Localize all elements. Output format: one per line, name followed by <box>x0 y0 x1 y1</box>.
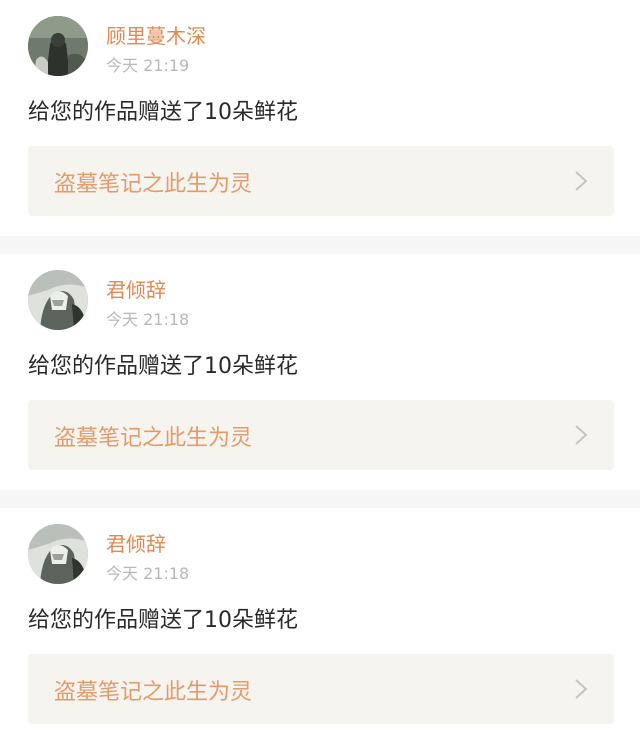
username[interactable]: 君倾辞 <box>106 274 166 303</box>
username[interactable]: 顾里蔓木深 <box>106 20 206 49</box>
divider <box>0 236 640 254</box>
username[interactable]: 君倾辞 <box>106 528 166 557</box>
work-link[interactable]: 盗墓笔记之此生为灵 <box>28 654 614 724</box>
timestamp: 今天 21:19 <box>106 56 190 75</box>
work-link[interactable]: 盗墓笔记之此生为灵 <box>28 400 614 470</box>
chevron-right-icon <box>574 424 588 446</box>
chevron-right-icon <box>574 678 588 700</box>
notification-message: 给您的作品赠送了10朵鲜花 <box>28 100 298 125</box>
notification-card: 君倾辞 今天 21:18 给您的作品赠送了10朵鲜花 盗墓笔记之此生为灵 <box>0 254 640 490</box>
avatar[interactable] <box>28 16 88 76</box>
notification-card: 君倾辞 今天 21:18 给您的作品赠送了10朵鲜花 盗墓笔记之此生为灵 <box>0 508 640 744</box>
notification-header: 君倾辞 今天 21:18 <box>28 270 588 330</box>
notification-feed: 顾里蔓木深 今天 21:19 给您的作品赠送了10朵鲜花 盗墓笔记之此生为灵 君… <box>0 0 640 744</box>
notification-message: 给您的作品赠送了10朵鲜花 <box>28 608 298 633</box>
chevron-right-icon <box>574 170 588 192</box>
avatar[interactable] <box>28 270 88 330</box>
avatar-image <box>28 270 88 330</box>
avatar-image <box>28 524 88 584</box>
divider <box>0 490 640 508</box>
work-title: 盗墓笔记之此生为灵 <box>54 680 253 705</box>
avatar-image <box>28 16 88 76</box>
timestamp: 今天 21:18 <box>106 310 190 329</box>
notification-header: 顾里蔓木深 今天 21:19 <box>28 16 588 76</box>
work-link[interactable]: 盗墓笔记之此生为灵 <box>28 146 614 216</box>
timestamp: 今天 21:18 <box>106 564 190 583</box>
work-title: 盗墓笔记之此生为灵 <box>54 172 253 197</box>
work-title: 盗墓笔记之此生为灵 <box>54 426 253 451</box>
notification-header: 君倾辞 今天 21:18 <box>28 524 588 584</box>
avatar[interactable] <box>28 524 88 584</box>
notification-card: 顾里蔓木深 今天 21:19 给您的作品赠送了10朵鲜花 盗墓笔记之此生为灵 <box>0 0 640 236</box>
notification-message: 给您的作品赠送了10朵鲜花 <box>28 354 298 379</box>
